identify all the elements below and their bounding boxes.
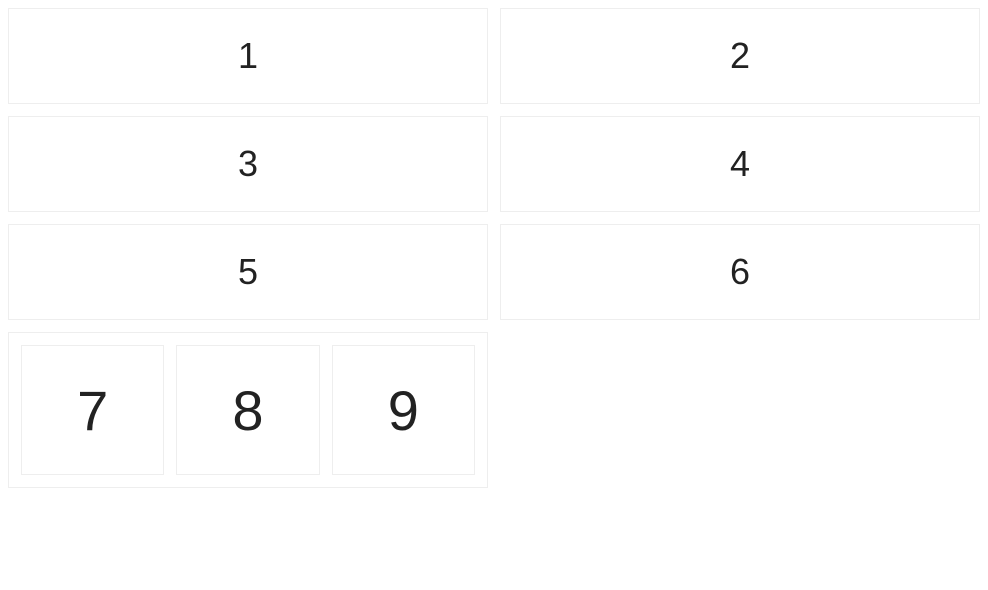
grid-cell-6: 6: [500, 224, 980, 320]
nested-cell-7: 7: [21, 345, 164, 475]
grid-cell-1: 1: [8, 8, 488, 104]
nested-grid: 7 8 9: [8, 332, 488, 488]
grid-cell-2: 2: [500, 8, 980, 104]
main-grid: 1 2 3 4 5 6 7 8 9: [8, 8, 980, 488]
nested-cell-8: 8: [176, 345, 319, 475]
grid-cell-4: 4: [500, 116, 980, 212]
grid-cell-5: 5: [8, 224, 488, 320]
grid-cell-3: 3: [8, 116, 488, 212]
nested-cell-9: 9: [332, 345, 475, 475]
